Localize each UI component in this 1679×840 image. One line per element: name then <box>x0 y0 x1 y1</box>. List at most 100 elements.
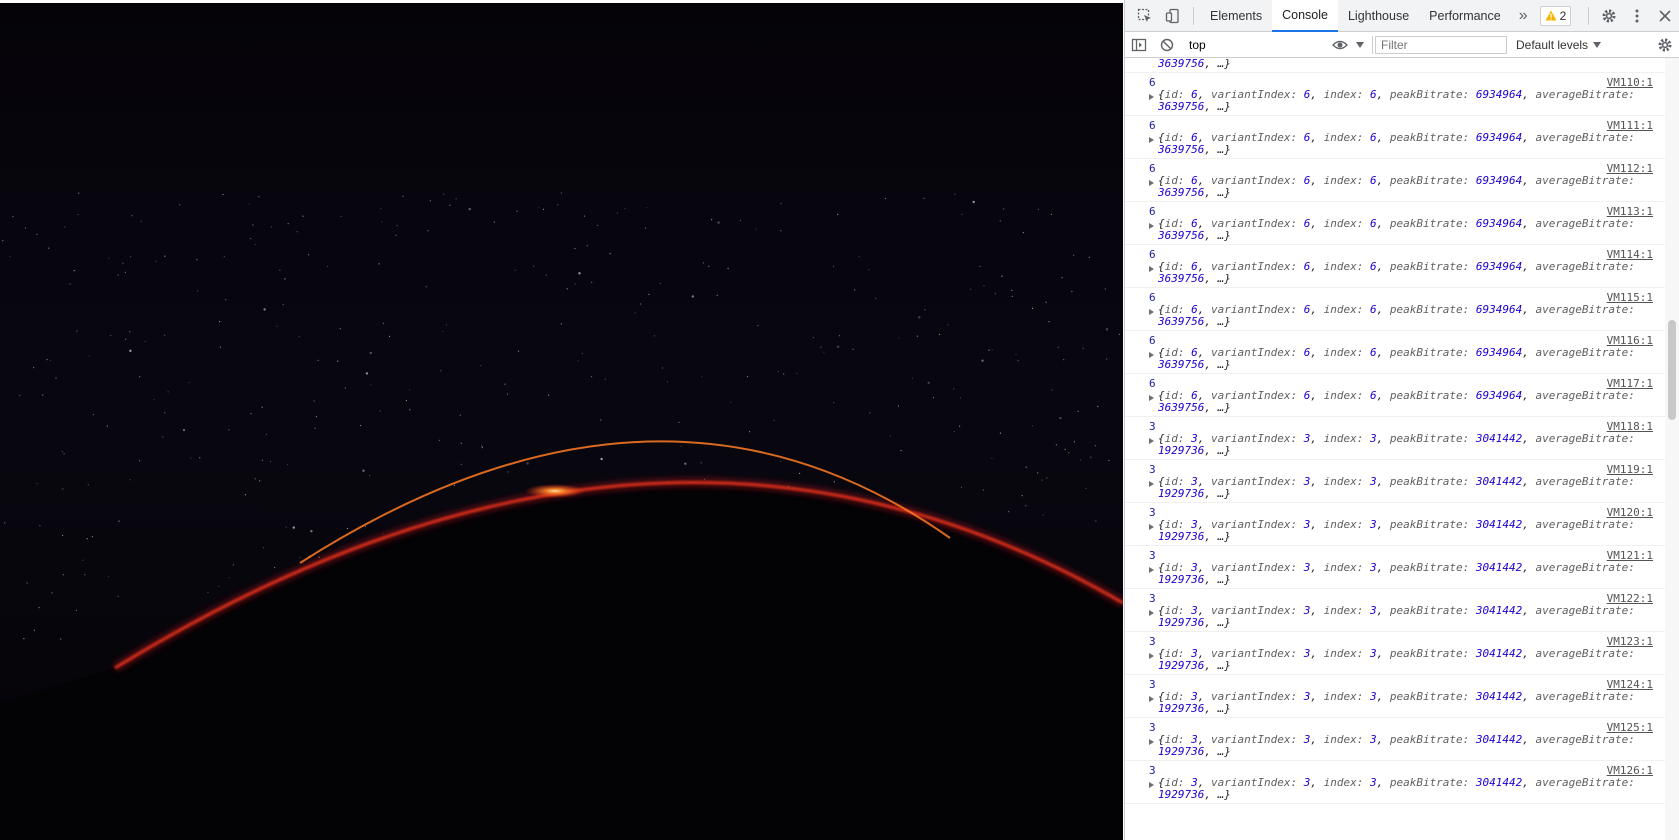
more-tabs-button[interactable]: » <box>1511 7 1536 25</box>
console-message[interactable]: 3 VM126:1 {id: 3, variantIndex: 3, index: … <box>1125 761 1665 804</box>
console-settings-gear-icon[interactable] <box>1657 37 1673 58</box>
star <box>755 228 757 230</box>
expand-triangle-icon[interactable] <box>1149 137 1154 143</box>
expand-triangle-icon[interactable] <box>1149 653 1154 659</box>
star <box>125 338 127 340</box>
log-levels-dropdown[interactable]: Default levels <box>1516 36 1602 54</box>
star <box>701 376 703 378</box>
console-message[interactable]: 6 VM112:1 {id: 6, variantIndex: 6, index: … <box>1125 159 1665 202</box>
expand-triangle-icon[interactable] <box>1149 94 1154 100</box>
expand-triangle-icon[interactable] <box>1149 438 1154 444</box>
star <box>129 331 131 333</box>
star <box>1050 213 1052 215</box>
star <box>889 435 892 437</box>
console-message[interactable]: 6 VM110:1 {id: 6, variantIndex: 6, index: … <box>1125 73 1665 116</box>
expand-triangle-icon[interactable] <box>1149 309 1154 315</box>
console-message[interactable]: 3 VM118:1 {id: 3, variantIndex: 3, index: … <box>1125 417 1665 460</box>
star <box>317 359 319 361</box>
warnings-badge[interactable]: 2 <box>1539 5 1572 26</box>
expand-triangle-icon[interactable] <box>1149 567 1154 573</box>
star <box>346 527 348 530</box>
console-message[interactable]: 6 VM116:1 {id: 6, variantIndex: 6, index: … <box>1125 331 1665 374</box>
star <box>339 328 341 330</box>
console-message[interactable]: 3 VM122:1 {id: 3, variantIndex: 3, index: … <box>1125 589 1665 632</box>
index-value: 3 <box>1369 776 1377 789</box>
sidebar-toggle-icon[interactable] <box>1131 37 1147 58</box>
expand-triangle-icon[interactable] <box>1149 180 1154 186</box>
console-message[interactable]: 6 VM111:1 {id: 6, variantIndex: 6, index: … <box>1125 116 1665 159</box>
console-message[interactable]: 3 VM125:1 {id: 3, variantIndex: 3, index: … <box>1125 718 1665 761</box>
star <box>1046 477 1048 479</box>
star <box>624 207 626 209</box>
console-message[interactable]: 3 VM120:1 {id: 3, variantIndex: 3, index: … <box>1125 503 1665 546</box>
settings-gear-icon[interactable] <box>1595 0 1623 32</box>
star <box>219 346 221 348</box>
star <box>82 559 84 561</box>
expand-triangle-icon[interactable] <box>1149 395 1154 401</box>
peak-bitrate-value: 6934964 <box>1475 131 1523 144</box>
expand-triangle-icon[interactable] <box>1149 266 1154 272</box>
star <box>983 285 985 287</box>
live-expression-eye-icon[interactable] <box>1332 38 1348 57</box>
star <box>616 212 619 214</box>
star <box>179 204 181 206</box>
console-message[interactable]: 6 VM114:1 {id: 6, variantIndex: 6, index: … <box>1125 245 1665 288</box>
console-message[interactable]: 6 VM117:1 {id: 6, variantIndex: 6, index: … <box>1125 374 1665 417</box>
star <box>780 230 782 232</box>
star <box>684 462 687 465</box>
variant-index-value: 3 <box>1303 561 1311 574</box>
scrollbar-thumb[interactable] <box>1668 320 1676 420</box>
expand-triangle-icon[interactable] <box>1149 610 1154 616</box>
console-message[interactable]: 3 VM119:1 {id: 3, variantIndex: 3, index: … <box>1125 460 1665 503</box>
star <box>199 457 201 459</box>
device-toolbar-icon[interactable] <box>1159 0 1187 32</box>
console-filter-input[interactable] <box>1375 36 1507 54</box>
star <box>1077 410 1079 412</box>
star <box>271 226 273 228</box>
expand-triangle-icon[interactable] <box>1149 696 1154 702</box>
star <box>911 377 913 379</box>
star <box>24 227 27 229</box>
log-value: 3 <box>1149 764 1156 777</box>
star <box>533 265 535 267</box>
expand-triangle-icon[interactable] <box>1149 524 1154 530</box>
console-message[interactable]: {id: 6, variantIndex: 6, index: 6, peakB… <box>1125 58 1665 73</box>
clear-console-icon[interactable] <box>1159 37 1175 58</box>
star <box>1095 520 1097 522</box>
star <box>504 383 506 385</box>
star <box>60 638 62 640</box>
tab-performance[interactable]: Performance <box>1419 0 1511 32</box>
star <box>395 234 397 236</box>
tab-elements[interactable]: Elements <box>1200 0 1272 32</box>
expand-triangle-icon[interactable] <box>1149 782 1154 788</box>
star <box>445 324 447 326</box>
console-messages[interactable]: {id: 6, variantIndex: 6, index: 6, peakB… <box>1125 58 1665 840</box>
kebab-menu-icon[interactable] <box>1623 0 1651 32</box>
star <box>898 337 900 339</box>
star <box>1048 321 1050 323</box>
console-message[interactable]: 3 VM121:1 {id: 3, variantIndex: 3, index: … <box>1125 546 1665 589</box>
average-bitrate-value: 3639756 <box>1158 272 1205 285</box>
star <box>953 431 955 433</box>
star <box>1051 389 1053 391</box>
tab-console[interactable]: Console <box>1272 0 1338 32</box>
console-scrollbar[interactable] <box>1665 58 1679 840</box>
tab-lighthouse[interactable]: Lighthouse <box>1338 0 1419 32</box>
close-devtools-icon[interactable] <box>1651 0 1679 32</box>
star <box>250 237 252 240</box>
object-preview-line: 1929736, …} <box>1158 530 1231 543</box>
console-message[interactable]: 3 VM123:1 {id: 3, variantIndex: 3, index: … <box>1125 632 1665 675</box>
console-message[interactable]: 6 VM115:1 {id: 6, variantIndex: 6, index: … <box>1125 288 1665 331</box>
expand-triangle-icon[interactable] <box>1149 739 1154 745</box>
console-message[interactable]: 3 VM124:1 {id: 3, variantIndex: 3, index: … <box>1125 675 1665 718</box>
star <box>609 253 611 255</box>
peak-bitrate-value: 3041442 <box>1475 733 1523 746</box>
star <box>961 213 963 215</box>
star <box>62 488 64 490</box>
expand-triangle-icon[interactable] <box>1149 481 1154 487</box>
expand-triangle-icon[interactable] <box>1149 352 1154 358</box>
inspect-element-icon[interactable] <box>1131 0 1159 32</box>
expand-triangle-icon[interactable] <box>1149 223 1154 229</box>
star <box>248 203 250 205</box>
console-message[interactable]: 6 VM113:1 {id: 6, variantIndex: 6, index: … <box>1125 202 1665 245</box>
